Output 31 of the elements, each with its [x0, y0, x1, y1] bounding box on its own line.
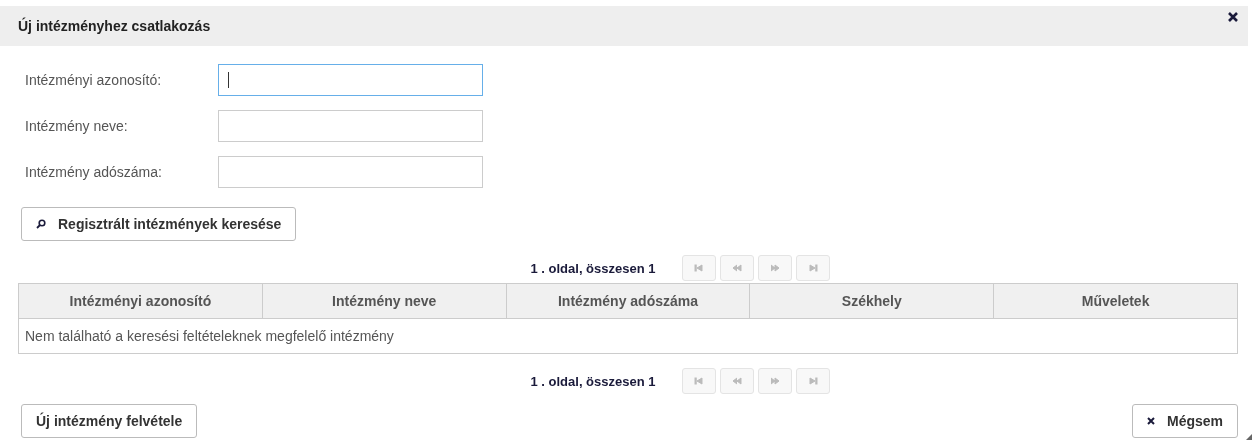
column-header[interactable]: Műveletek [993, 283, 1238, 319]
input-field[interactable] [218, 64, 483, 96]
column-header[interactable]: Intézmény adószáma [506, 283, 750, 319]
resize-grip-icon[interactable] [1246, 434, 1252, 440]
first-arrow-icon [693, 264, 704, 272]
close-icon[interactable] [1228, 12, 1238, 22]
last-arrow-icon [807, 264, 818, 272]
prev-arrow-icon [731, 264, 742, 272]
page-info: 1 . oldal, összesen 1 [530, 260, 656, 276]
cancel-button[interactable]: Mégsem [1131, 404, 1238, 438]
search-icon [36, 219, 46, 229]
input-field[interactable] [218, 156, 483, 188]
field-label: Intézmény adószáma: [25, 164, 163, 180]
close-icon [1146, 417, 1155, 425]
field-label: Intézményi azonosító: [25, 72, 163, 88]
column-header[interactable]: Intézményi azonosító [18, 283, 263, 319]
next-arrow-icon [769, 377, 780, 385]
text-cursor [228, 72, 229, 88]
input-field[interactable] [218, 110, 483, 142]
first-arrow-icon [693, 377, 704, 385]
page-info: 1 . oldal, összesen 1 [530, 373, 656, 389]
dialog-title: Új intézményhez csatlakozás [18, 18, 211, 34]
column-header[interactable]: Székhely [749, 283, 994, 319]
last-arrow-icon [807, 377, 818, 385]
add-institution-button[interactable]: Új intézmény felvétele [21, 404, 198, 438]
search-button[interactable]: Regisztrált intézmények keresése [21, 207, 297, 241]
prev-arrow-icon [731, 377, 742, 385]
column-header[interactable]: Intézmény neve [262, 283, 507, 319]
next-arrow-icon [769, 264, 780, 272]
field-label: Intézmény neve: [25, 118, 129, 134]
empty-message: Nem található a keresési feltételeknek megfelelő intézmény [18, 318, 1238, 354]
